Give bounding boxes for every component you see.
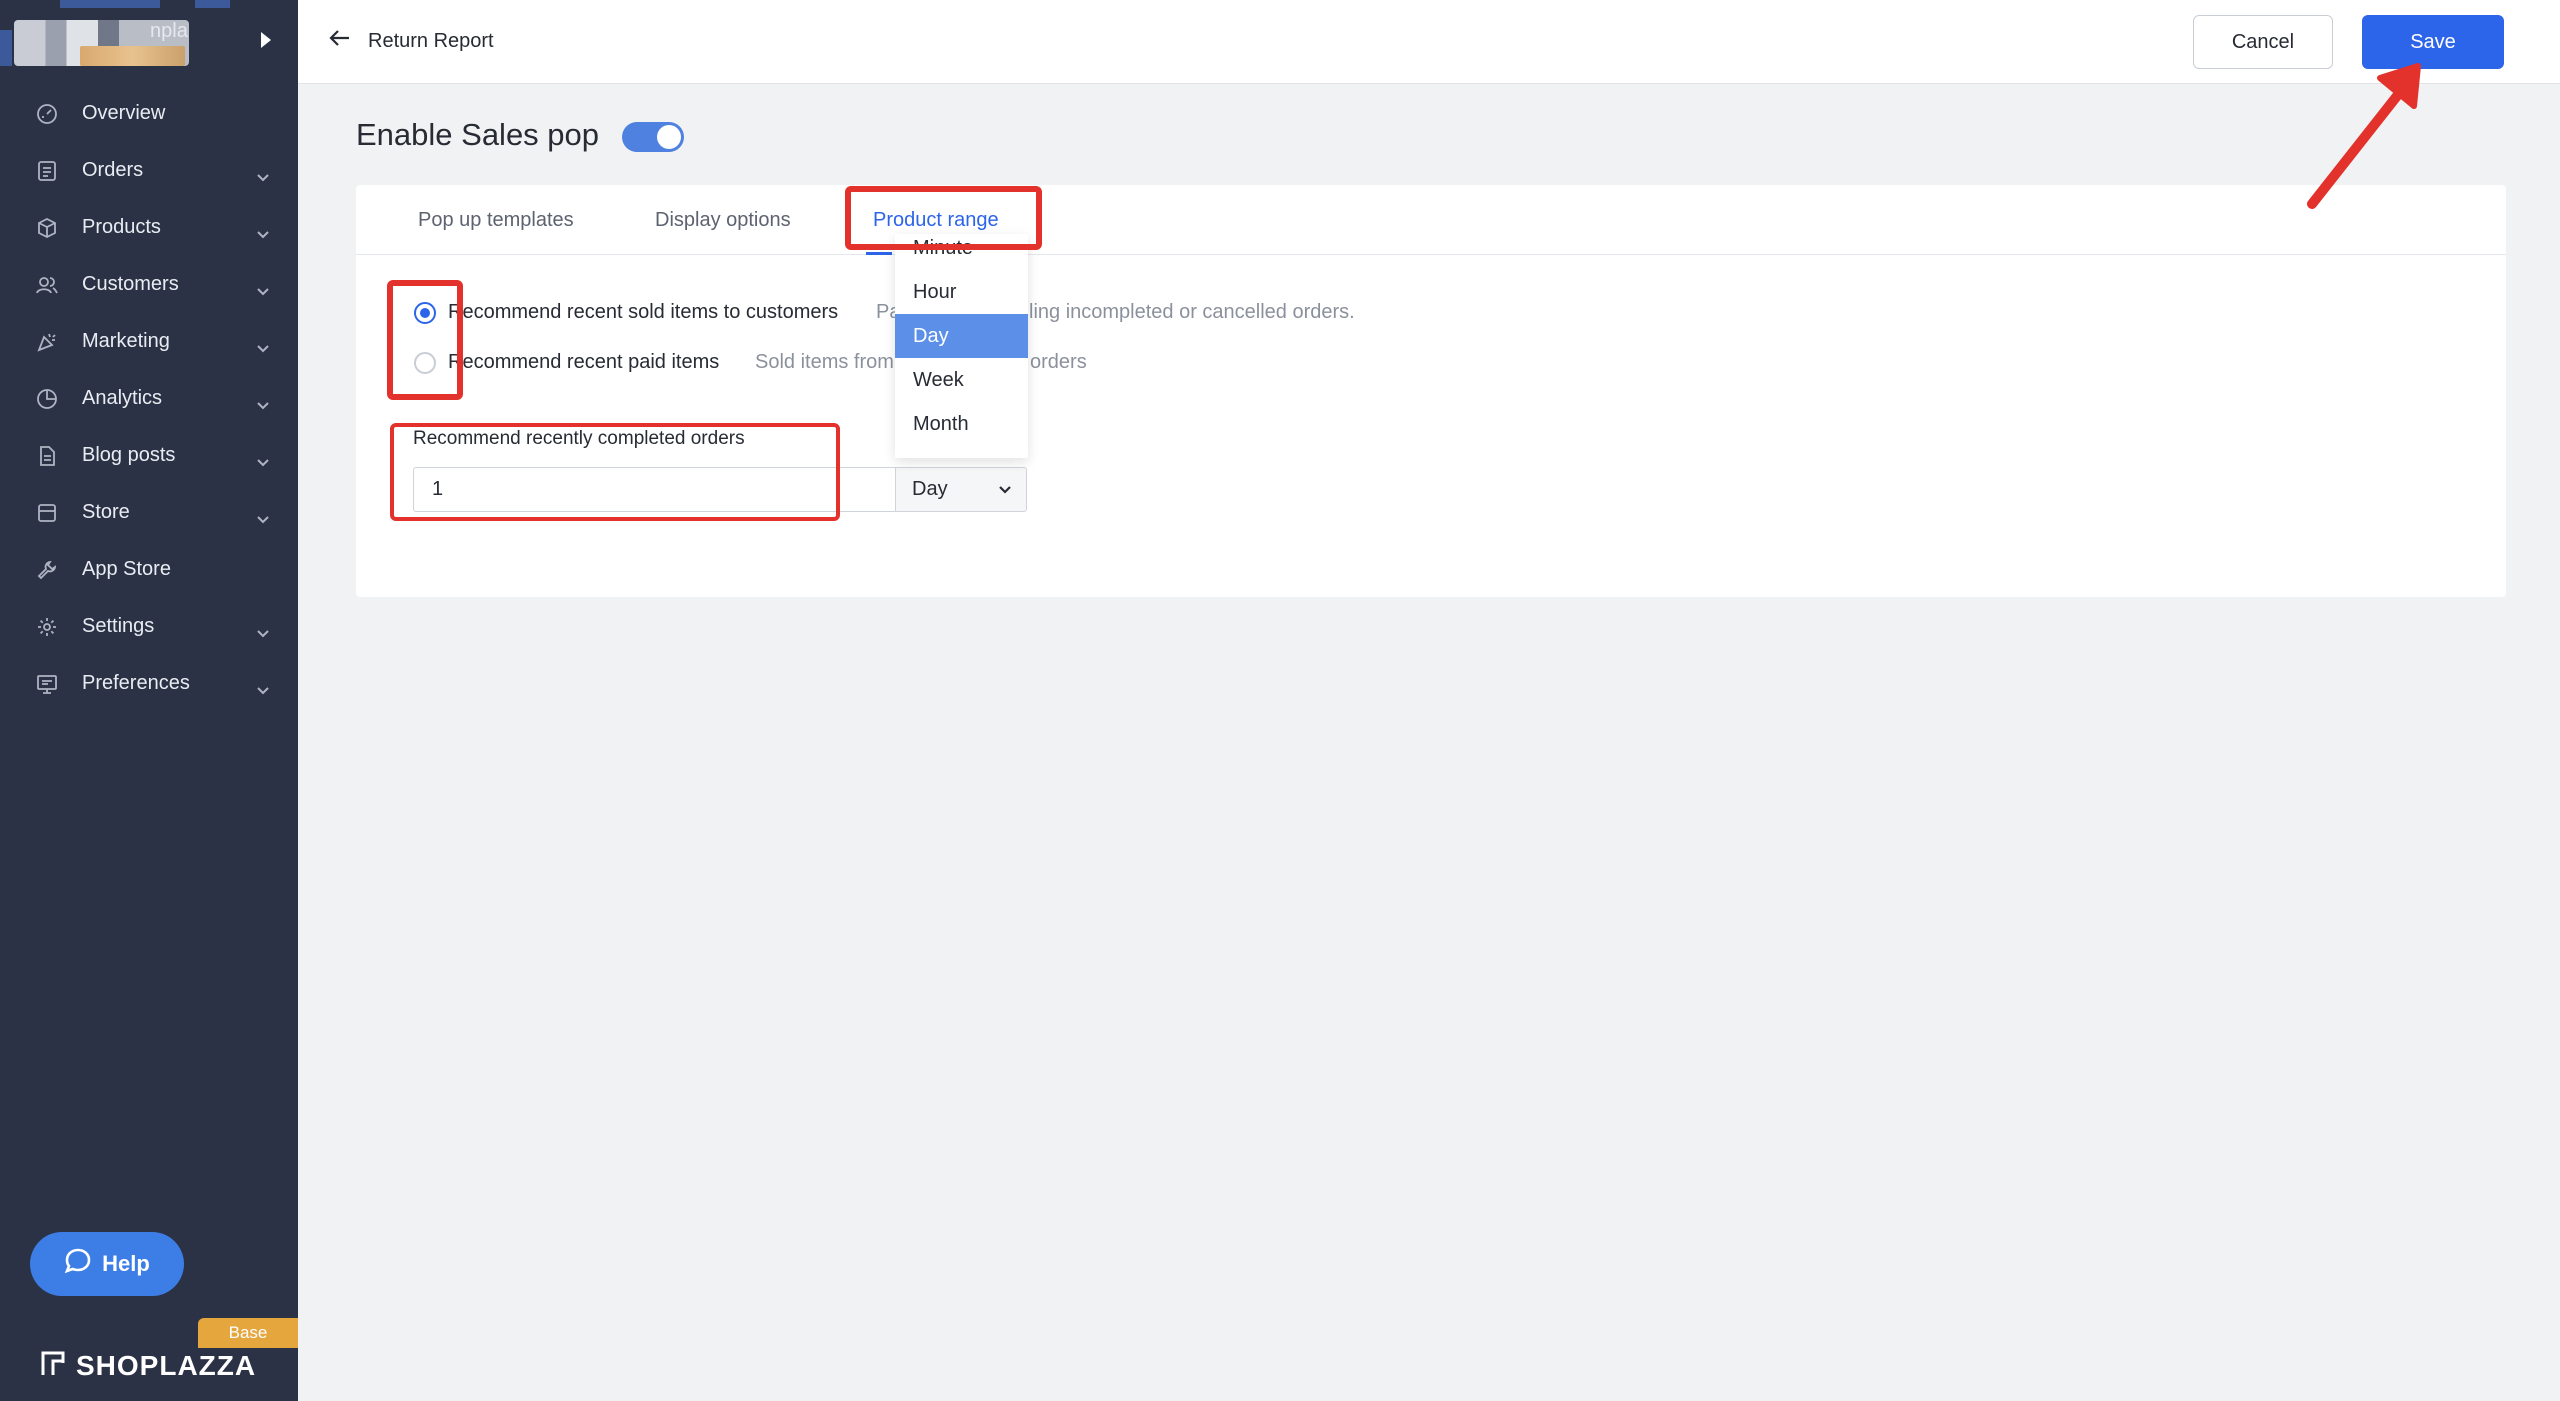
unit-option-week[interactable]: Week	[895, 358, 1028, 402]
sidebar-item-label: Overview	[82, 102, 166, 124]
sidebar-item-blog-posts[interactable]: Blog posts	[0, 427, 298, 484]
chat-bubble-icon	[64, 1247, 92, 1281]
sidebar-item-preferences[interactable]: Preferences	[0, 655, 298, 712]
tab-display-options[interactable]: Display options	[655, 209, 791, 232]
gear-icon	[36, 616, 58, 638]
chevron-down-icon	[256, 451, 270, 474]
toggle-knob	[657, 125, 681, 149]
option-hint: Sold items from	[755, 351, 894, 373]
unit-select-value: Day	[912, 478, 948, 500]
sidebar-item-marketing[interactable]: Marketing	[0, 313, 298, 370]
sidebar-item-label: Products	[82, 216, 161, 238]
chevron-down-icon	[256, 679, 270, 702]
sidebar-item-label: Blog posts	[82, 444, 176, 466]
sidebar-item-overview[interactable]: Overview	[0, 85, 298, 142]
option-hint: orders	[1030, 351, 1087, 373]
sidebar-nav: Overview Orders Products Customers Marke…	[0, 85, 298, 712]
unit-option-minute[interactable]: Minute	[895, 226, 1028, 270]
unit-option-day[interactable]: Day	[895, 314, 1028, 358]
store-decoration	[0, 30, 12, 66]
sidebar-item-products[interactable]: Products	[0, 199, 298, 256]
pie-chart-icon	[36, 388, 58, 410]
unit-dropdown-menu: Minute Hour Day Week Month	[895, 234, 1028, 458]
sidebar-item-label: Store	[82, 501, 130, 523]
sidebar-item-label: Settings	[82, 615, 155, 637]
option-hint: ling incompleted or cancelled orders.	[1029, 301, 1355, 323]
sidebar-item-label: App Store	[82, 558, 171, 580]
help-button[interactable]: Help	[30, 1232, 184, 1296]
sidebar-item-label: Customers	[82, 273, 179, 295]
chevron-down-icon	[256, 622, 270, 645]
annotation-arrow-icon	[2307, 63, 2421, 209]
sidebar-item-label: Preferences	[82, 672, 190, 694]
store-name-blurred	[80, 46, 185, 66]
arrow-left-icon	[328, 26, 352, 56]
chevron-down-icon	[256, 337, 270, 360]
sidebar-item-customers[interactable]: Customers	[0, 256, 298, 313]
option-label: Recommend recent sold items to customers	[448, 301, 839, 323]
help-label: Help	[102, 1251, 150, 1276]
orders-icon	[36, 160, 58, 182]
plan-badge: Base	[198, 1318, 298, 1348]
return-report-link[interactable]: Return Report	[328, 26, 494, 56]
option-recent-sold-items[interactable]: Recommend recent sold items to customers	[414, 301, 838, 324]
chevron-down-icon	[256, 223, 270, 246]
page-title: Enable Sales pop	[356, 117, 600, 152]
sidebar-item-analytics[interactable]: Analytics	[0, 370, 298, 427]
option-label: Recommend recent paid items	[448, 351, 720, 373]
sidebar-item-label: Orders	[82, 159, 144, 181]
unit-select[interactable]: Day	[895, 467, 1027, 512]
store-icon	[36, 502, 58, 524]
gauge-icon	[36, 103, 58, 125]
chevron-down-icon	[256, 508, 270, 531]
sidebar-item-label: Analytics	[82, 387, 163, 409]
range-value-input[interactable]	[413, 467, 896, 512]
brand-name: SHOPLAZZA	[76, 1350, 257, 1381]
store-decoration	[60, 0, 160, 8]
users-icon	[36, 274, 58, 296]
sidebar-item-orders[interactable]: Orders	[0, 142, 298, 199]
top-bar: Return Report Cancel Save	[298, 0, 2560, 84]
chevron-down-icon	[256, 166, 270, 189]
option-recent-paid-items[interactable]: Recommend recent paid items	[414, 351, 719, 374]
sidebar-item-app-store[interactable]: App Store	[0, 541, 298, 598]
settings-card: Pop up templates Display options Product…	[356, 185, 2506, 597]
range-field-label: Recommend recently completed orders	[413, 428, 745, 449]
enable-sales-pop-toggle[interactable]	[622, 122, 684, 152]
unit-option-month[interactable]: Month	[895, 402, 1028, 446]
tab-bar: Pop up templates Display options Product…	[356, 185, 2506, 255]
caret-right-icon[interactable]	[261, 32, 271, 48]
brand-logo: SHOPLAZZA	[40, 1346, 256, 1386]
unit-option-hour[interactable]: Hour	[895, 270, 1028, 314]
megaphone-icon	[36, 331, 58, 353]
store-name-partial: npla	[150, 20, 188, 42]
document-icon	[36, 445, 58, 467]
sidebar: npla Overview Orders Products Customers …	[0, 0, 298, 1401]
sidebar-item-settings[interactable]: Settings	[0, 598, 298, 655]
radio-button-checked[interactable]	[414, 301, 436, 324]
radio-button-unchecked[interactable]	[414, 351, 436, 374]
store-decoration	[195, 0, 230, 8]
sidebar-item-store[interactable]: Store	[0, 484, 298, 541]
monitor-icon	[36, 673, 58, 695]
store-switcher[interactable]: npla	[0, 0, 298, 84]
chevron-down-icon	[256, 280, 270, 303]
tab-pop-up-templates[interactable]: Pop up templates	[418, 209, 574, 232]
back-label: Return Report	[368, 29, 494, 52]
sidebar-item-label: Marketing	[82, 330, 170, 352]
active-tab-indicator	[866, 252, 892, 255]
chevron-down-icon	[999, 486, 1011, 494]
chevron-down-icon	[256, 394, 270, 417]
shoplazza-logo-icon	[40, 1350, 66, 1383]
box-icon	[36, 217, 58, 239]
wrench-icon	[36, 559, 58, 581]
